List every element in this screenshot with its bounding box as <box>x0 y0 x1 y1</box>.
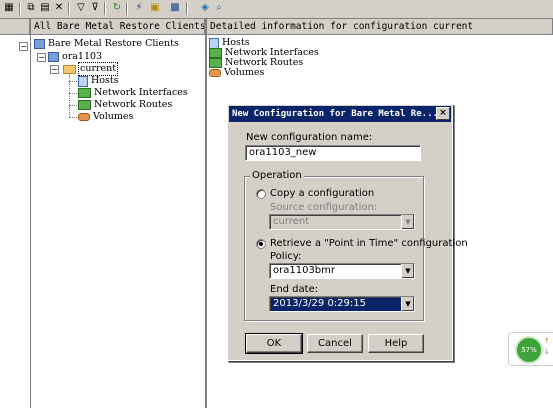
operation-legend: Operation <box>250 170 304 181</box>
tree-client[interactable]: ora1103 <box>48 51 102 63</box>
toolbar-separator <box>19 2 21 15</box>
retrieve-point-in-time-label[interactable]: Retrieve a "Point in Time" configuration <box>270 238 468 249</box>
source-configuration-select: current ▼ <box>269 214 415 230</box>
tree-item-network-routes[interactable]: Network Routes <box>78 99 172 111</box>
toolbar: ▦ ⧉ ▤ ✕ ▽ ⊽ ↻ ⚡ ▣ ▩ ◈ ⌕ <box>0 0 553 19</box>
source-configuration-value: current <box>273 216 310 227</box>
tree-config-label: current <box>77 62 119 76</box>
navigation-pane: − <box>0 19 31 408</box>
help-icon[interactable]: ◈ <box>198 1 212 15</box>
details-header: Detailed information for configuration c… <box>207 19 553 35</box>
clients-tree-header: All Bare Metal Restore Clients for m <box>31 19 205 35</box>
collapse-icon[interactable]: − <box>19 42 28 51</box>
server-group-icon <box>34 39 45 49</box>
new-configuration-dialog: New Configuration for Bare Metal Re... ×… <box>227 104 468 361</box>
network-interfaces-icon <box>78 88 91 98</box>
tree-item-label: Network Interfaces <box>94 87 188 98</box>
tree-root[interactable]: Bare Metal Restore Clients <box>34 38 179 50</box>
properties-icon[interactable]: ▣ <box>148 1 162 15</box>
grid-icon[interactable]: ▦ <box>2 1 16 15</box>
volumes-icon <box>78 113 90 121</box>
policy-select[interactable]: ora1103bmr ▼ <box>269 263 415 279</box>
network-routes-icon <box>78 100 91 110</box>
volumes-icon <box>209 69 221 77</box>
tree-connector <box>69 93 77 94</box>
tree-item-label: Network Routes <box>94 99 173 110</box>
cpu-gauge[interactable]: 57% <box>515 336 543 364</box>
detail-item-label: Volumes <box>224 67 265 78</box>
copy-configuration-label[interactable]: Copy a configuration <box>270 188 374 199</box>
refresh-icon[interactable]: ↻ <box>110 1 124 15</box>
tree-item-label: Volumes <box>93 111 134 122</box>
navigation-pane-header <box>0 19 30 35</box>
name-label: New configuration name: <box>246 132 373 143</box>
tree-connector <box>69 117 77 118</box>
hosts-icon <box>78 75 88 87</box>
tree-item-hosts[interactable]: Hosts <box>78 75 119 87</box>
tree-item-label: Hosts <box>91 75 119 86</box>
search-icon[interactable]: ⌕ <box>212 1 226 15</box>
tree-config[interactable]: current <box>63 62 119 76</box>
chevron-down-icon[interactable]: ▼ <box>401 297 414 311</box>
chevron-down-icon: ▼ <box>401 215 414 229</box>
clear-filter-icon[interactable]: ⊽ <box>88 1 102 15</box>
collapse-icon[interactable]: − <box>50 65 59 74</box>
configuration-name-input[interactable]: ora1103_new <box>245 145 421 161</box>
cancel-button[interactable]: Cancel <box>307 334 363 353</box>
end-date-picker[interactable]: 2013/3/29 0:29:15 ▼ <box>269 296 415 312</box>
source-configuration-label: Source configuration: <box>270 202 378 213</box>
copy-icon[interactable]: ⧉ <box>24 1 38 15</box>
dialog-title: New Configuration for Bare Metal Re... <box>229 106 451 122</box>
tree-connector <box>69 105 77 106</box>
end-date-value: 2013/3/29 0:29:15 <box>273 298 367 309</box>
toolbar-separator <box>126 2 128 15</box>
close-icon[interactable]: × <box>436 107 450 120</box>
paste-icon[interactable]: ▤ <box>38 1 52 15</box>
tree-item-network-interfaces[interactable]: Network Interfaces <box>78 87 188 99</box>
tree-item-volumes[interactable]: Volumes <box>78 111 133 123</box>
upload-arrow-icon: ↑ <box>544 337 550 345</box>
toolbar-separator <box>104 2 106 15</box>
ok-button[interactable]: OK <box>245 333 303 354</box>
help-button[interactable]: Help <box>368 334 424 353</box>
client-icon <box>48 52 59 62</box>
toolbar-separator <box>186 2 188 15</box>
detail-item-volumes[interactable]: Volumes <box>209 67 264 79</box>
policy-value: ora1103bmr <box>273 265 336 276</box>
retrieve-point-in-time-radio[interactable] <box>256 239 266 249</box>
tree-connector <box>69 81 77 82</box>
toolbar-separator <box>68 2 70 15</box>
policy-label: Policy: <box>270 251 302 262</box>
monitor-icon[interactable]: ▩ <box>168 1 182 15</box>
tree-client-label: ora1103 <box>62 51 103 62</box>
connect-icon[interactable]: ⚡ <box>132 1 146 15</box>
tree-root-label: Bare Metal Restore Clients <box>48 38 179 49</box>
delete-icon[interactable]: ✕ <box>52 1 66 15</box>
copy-configuration-radio[interactable] <box>256 189 266 199</box>
download-arrow-icon: ↓ <box>544 348 550 356</box>
end-date-label: End date: <box>270 284 319 295</box>
chevron-down-icon[interactable]: ▼ <box>401 264 414 278</box>
config-icon <box>63 64 76 74</box>
collapse-icon[interactable]: − <box>37 53 46 62</box>
filter-icon[interactable]: ▽ <box>74 1 88 15</box>
clients-tree-pane: All Bare Metal Restore Clients for m Bar… <box>31 19 207 408</box>
